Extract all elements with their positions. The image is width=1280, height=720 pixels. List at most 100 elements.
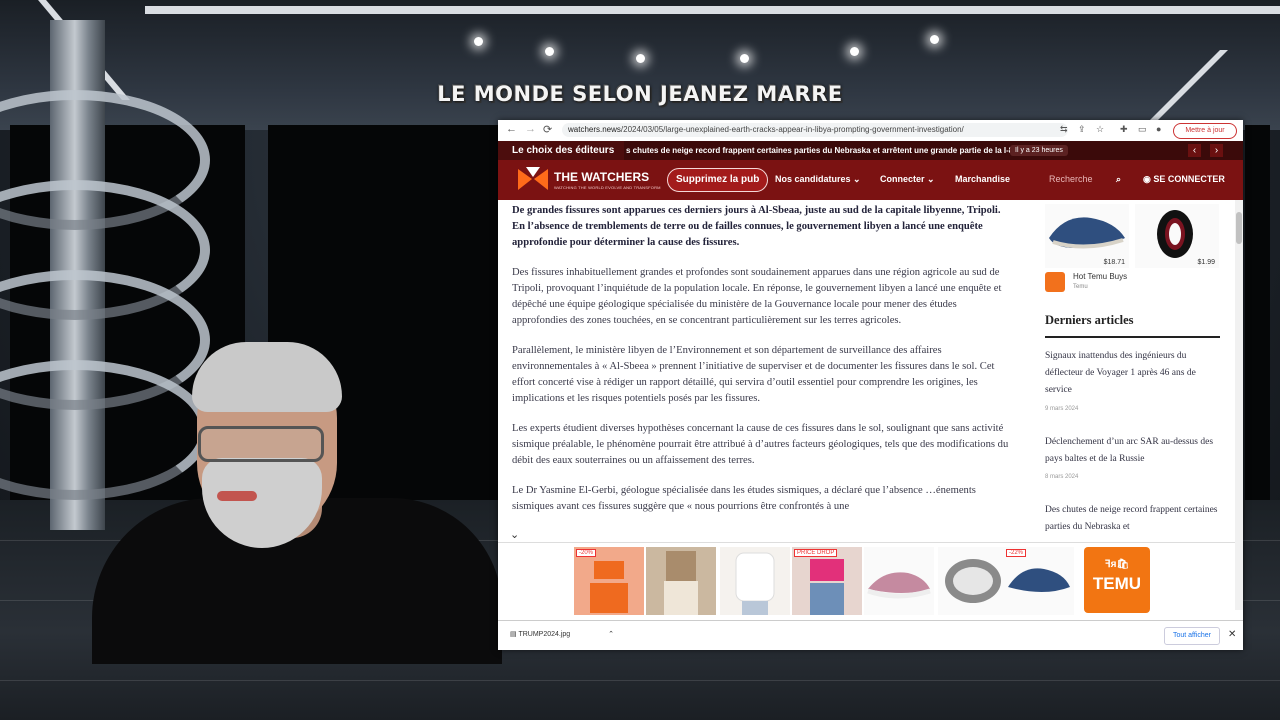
- url-field[interactable]: watchers.news/2024/03/05/large-unexplain…: [562, 123, 1068, 137]
- sidepanel-icon[interactable]: ▭: [1138, 124, 1147, 135]
- blue-sandal-image: [1008, 568, 1070, 592]
- latest-article-link[interactable]: Signaux inattendus des ingénieurs du déf…: [1045, 348, 1220, 399]
- ad-price: $18.71: [1103, 259, 1125, 266]
- ad-item-blue-sandal[interactable]: -22%: [1004, 547, 1074, 615]
- temu-glyph-icon: ꟻᴙ🛍: [1104, 559, 1130, 570]
- ad-badge: PRICE DROP: [794, 549, 838, 557]
- latest-article-date: 9 mars 2024: [1045, 406, 1079, 412]
- ceiling-beam: [145, 6, 1280, 14]
- spotlight: [740, 54, 749, 63]
- close-download-bar-icon[interactable]: ✕: [1228, 629, 1236, 640]
- login-label: SE CONNECTER: [1153, 174, 1225, 184]
- ad-banner: -20% PRICE DROP -22% ꟻᴙ�: [498, 542, 1235, 619]
- ad-badge: -22%: [1006, 549, 1027, 557]
- ticker-prev-button[interactable]: ‹: [1188, 144, 1201, 157]
- forward-icon[interactable]: →: [525, 123, 536, 135]
- translate-icon[interactable]: ⇆: [1060, 124, 1068, 135]
- studio-background: LE MONDE SELON JEANEZ MARRE ← → ⟳ watche…: [0, 0, 1280, 720]
- ad-product-ring[interactable]: $1.99: [1135, 204, 1219, 268]
- file-icon: ▤: [510, 631, 517, 638]
- search-icon[interactable]: ⌕: [1116, 174, 1121, 185]
- nav-item-connecter[interactable]: Connecter ⌄: [880, 174, 935, 185]
- reload-icon[interactable]: ⟳: [543, 123, 552, 136]
- ad-badge: -20%: [576, 549, 597, 557]
- studio-screen-right: [1245, 125, 1270, 500]
- download-item[interactable]: ▤ TRUMP2024.jpg ⌃: [510, 630, 614, 638]
- user-icon: ◉: [1143, 174, 1151, 184]
- beige-set-image: [664, 551, 698, 615]
- sneaker-image: [867, 572, 931, 599]
- site-logo-text[interactable]: THE WATCHERS: [554, 170, 649, 184]
- spotlight: [850, 47, 859, 56]
- ad-item-white-top[interactable]: [720, 547, 790, 615]
- article-paragraph: Parallèlement, le ministère libyen de l’…: [512, 345, 995, 404]
- update-button[interactable]: Mettre à jour: [1173, 123, 1237, 139]
- address-bar: ← → ⟳ watchers.news/2024/03/05/large-une…: [498, 120, 1243, 142]
- ad-price: $1.99: [1197, 259, 1215, 266]
- ad-item-orange-set[interactable]: -20%: [574, 547, 644, 615]
- spotlight: [636, 54, 645, 63]
- pink-top-image: [810, 559, 844, 615]
- ticker-label: Le choix des éditeurs: [498, 141, 625, 160]
- url-domain: watchers.news: [568, 125, 621, 134]
- login-button[interactable]: ◉ SE CONNECTER: [1143, 174, 1225, 185]
- share-icon[interactable]: ⇪: [1078, 124, 1086, 135]
- chevron-down-icon: ⌄: [927, 174, 935, 184]
- download-bar: ▤ TRUMP2024.jpg ⌃ Tout afficher ✕: [498, 620, 1243, 650]
- ad-item-beige-set[interactable]: [646, 547, 716, 615]
- back-icon[interactable]: ←: [506, 123, 517, 135]
- floor-line: [0, 680, 1280, 681]
- chevron-up-icon[interactable]: ⌃: [608, 631, 614, 638]
- scrollbar-thumb[interactable]: [1236, 212, 1242, 244]
- article-body: De grandes fissures sont apparues ces de…: [512, 203, 1012, 529]
- collapse-ad-icon[interactable]: ⌄: [510, 528, 519, 541]
- nav-label: Connecter: [880, 174, 925, 184]
- presenter: [92, 338, 510, 664]
- spotlight: [930, 35, 939, 44]
- latest-article-link[interactable]: Des chutes de neige record frappent cert…: [1045, 502, 1220, 536]
- studio-ceiling: [0, 0, 1280, 130]
- orange-set-image: [590, 561, 628, 613]
- temu-ad-logo[interactable]: ꟻᴙ🛍 TEMU: [1084, 547, 1150, 613]
- page-scrollbar[interactable]: [1235, 200, 1243, 610]
- show-all-downloads-button[interactable]: Tout afficher: [1164, 627, 1220, 645]
- ad-item-leopard-shoe[interactable]: [938, 547, 1008, 615]
- browser-window: ← → ⟳ watchers.news/2024/03/05/large-une…: [498, 120, 1243, 650]
- ticker-time: Il y a 23 heures: [1010, 145, 1068, 156]
- watchers-logo-icon[interactable]: [518, 167, 548, 192]
- nav-label: Nos candidatures: [775, 174, 851, 184]
- download-filename: TRUMP2024.jpg: [518, 631, 571, 638]
- nav-item-candidatures[interactable]: Nos candidatures ⌄: [775, 174, 861, 185]
- white-top-image: [735, 552, 775, 615]
- article-paragraph: Les experts étudient diverses hypothèses…: [512, 423, 1009, 466]
- ad-product-sandal[interactable]: $18.71: [1045, 204, 1129, 268]
- heading-rule: [1045, 336, 1220, 338]
- latest-article-link[interactable]: Déclenchement d’un arc SAR au-dessus des…: [1045, 434, 1220, 468]
- ad-item-sneaker[interactable]: [864, 547, 934, 615]
- latest-article-date: 8 mars 2024: [1045, 474, 1079, 480]
- site-navbar: THE WATCHERS WATCHING THE WORLD EVOLVE A…: [498, 160, 1243, 200]
- sandal-image: [1049, 217, 1125, 249]
- ad-item-pink-top[interactable]: PRICE DROP: [792, 547, 862, 615]
- extensions-icon[interactable]: ✚: [1120, 124, 1128, 135]
- site-search-input[interactable]: Recherche: [1049, 174, 1093, 184]
- presenter-mouth: [217, 491, 257, 501]
- temu-ad-label: TEMU: [1092, 574, 1142, 593]
- profile-icon[interactable]: ●: [1156, 124, 1161, 134]
- chevron-down-icon: ⌄: [853, 174, 861, 184]
- article-paragraph: Le Dr Yasmine El-Gerbi, géologue spécial…: [512, 485, 976, 512]
- url-path: /2024/03/05/large-unexplained-earth-crac…: [620, 125, 964, 134]
- leopard-shoe-image: [945, 559, 1001, 603]
- spotlight: [545, 47, 554, 56]
- nav-item-marchandise[interactable]: Marchandise: [955, 174, 1010, 184]
- ring-image: [1157, 210, 1193, 258]
- site-logo-tagline: WATCHING THE WORLD EVOLVE AND TRANSFORM: [554, 185, 661, 190]
- ticker-message[interactable]: s chutes de neige record frappent certai…: [626, 141, 1018, 160]
- remove-ads-button[interactable]: Supprimez la pub: [667, 168, 769, 192]
- spotlight: [474, 37, 483, 46]
- sponsor-name[interactable]: Hot Temu Buys: [1073, 272, 1127, 281]
- article-lead: De grandes fissures sont apparues ces de…: [512, 205, 1001, 248]
- ticker-next-button[interactable]: ›: [1210, 144, 1223, 157]
- bookmark-star-icon[interactable]: ☆: [1096, 124, 1104, 135]
- presenter-glasses: [198, 426, 324, 462]
